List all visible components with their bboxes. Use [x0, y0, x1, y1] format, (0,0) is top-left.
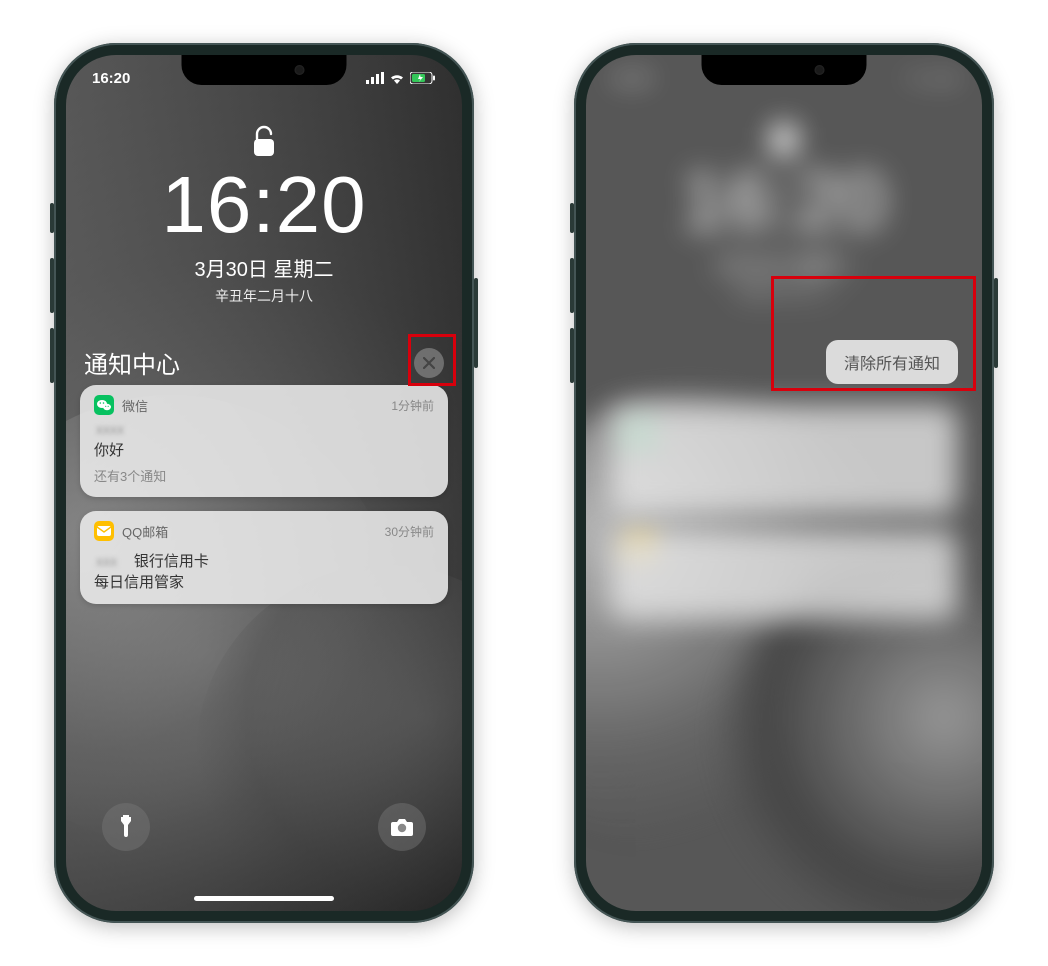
volume-up: [50, 258, 54, 313]
flashlight-icon: [118, 815, 134, 839]
volume-down: [570, 328, 574, 383]
status-time: 16:20: [612, 70, 650, 87]
notification-center-title: 通知中心: [84, 345, 180, 380]
mute-switch: [50, 203, 54, 233]
mail-icon: [94, 521, 114, 541]
notch: [182, 55, 347, 85]
lockscreen-lunar-date: 辛丑年二月十八: [66, 286, 462, 306]
power-button: [474, 278, 478, 368]
notification-time: 30分钟前: [385, 523, 434, 540]
signal-icon: •••: [906, 70, 922, 87]
mute-switch: [570, 203, 574, 233]
notification-app-name: QQ邮箱: [122, 522, 377, 541]
notification-card: [610, 405, 958, 515]
wifi-icon: ▲: [927, 70, 942, 87]
unlock-icon: [772, 125, 796, 155]
lockscreen-time: 16:20: [66, 165, 462, 245]
notification-center-header: 通知中心: [66, 345, 462, 380]
home-indicator[interactable]: [194, 896, 334, 901]
lockscreen-date: 3月30日 星期二: [586, 249, 982, 278]
battery-icon: ■: [947, 70, 956, 87]
phone-right: 16:20 ••• ▲ ■ 16:20 3月30日 星期二 辛丑年二月十八 清除…: [574, 43, 994, 923]
lock-clock-area: 16:20 3月30日 星期二 辛丑年二月十八: [66, 125, 462, 306]
close-icon: [423, 357, 435, 369]
notification-more-count: 还有3个通知: [94, 466, 434, 485]
volume-up: [570, 258, 574, 313]
clear-all-notifications-button[interactable]: 清除所有通知: [826, 340, 958, 384]
notification-line2: 每日信用管家: [94, 571, 434, 592]
lock-clock-area: 16:20 3月30日 星期二 辛丑年二月十八: [586, 125, 982, 302]
notification-card-wechat[interactable]: 微信 1分钟前 xxxx 你好 还有3个通知: [80, 385, 448, 497]
notification-sender-redacted: xxx: [94, 553, 130, 569]
notification-card: [610, 530, 958, 620]
notification-message: 你好: [94, 439, 434, 460]
unlock-icon: [66, 125, 462, 159]
lockscreen-time: 16:20: [586, 161, 982, 241]
signal-icon: [366, 72, 384, 84]
power-button: [994, 278, 998, 368]
notification-sender: xxxx: [94, 421, 126, 437]
wechat-icon: [94, 395, 114, 415]
lockscreen-lunar-date: 辛丑年二月十八: [586, 282, 982, 302]
volume-down: [50, 328, 54, 383]
lockscreen-blurred[interactable]: 16:20 ••• ▲ ■ 16:20 3月30日 星期二 辛丑年二月十八 清除…: [586, 55, 982, 911]
camera-icon: [390, 817, 414, 837]
lockscreen-date: 3月30日 星期二: [66, 253, 462, 282]
camera-button[interactable]: [378, 803, 426, 851]
battery-icon: [410, 72, 436, 84]
status-time: 16:20: [92, 70, 130, 87]
flashlight-button[interactable]: [102, 803, 150, 851]
phone-left: 16:20 16:20 3月30日 星期二 辛丑年二月十八: [54, 43, 474, 923]
wifi-icon: [389, 72, 405, 84]
lockscreen[interactable]: 16:20 16:20 3月30日 星期二 辛丑年二月十八: [66, 55, 462, 911]
notification-card-qqmail[interactable]: QQ邮箱 30分钟前 xxx 银行信用卡 每日信用管家: [80, 511, 448, 604]
notification-app-name: 微信: [122, 396, 383, 415]
notch: [702, 55, 867, 85]
notification-list: 微信 1分钟前 xxxx 你好 还有3个通知 QQ邮箱 30分钟前 xxx 银行: [80, 385, 448, 618]
notification-line1: 银行信用卡: [134, 553, 209, 570]
clear-notifications-button[interactable]: [414, 348, 444, 378]
notification-time: 1分钟前: [391, 397, 434, 414]
